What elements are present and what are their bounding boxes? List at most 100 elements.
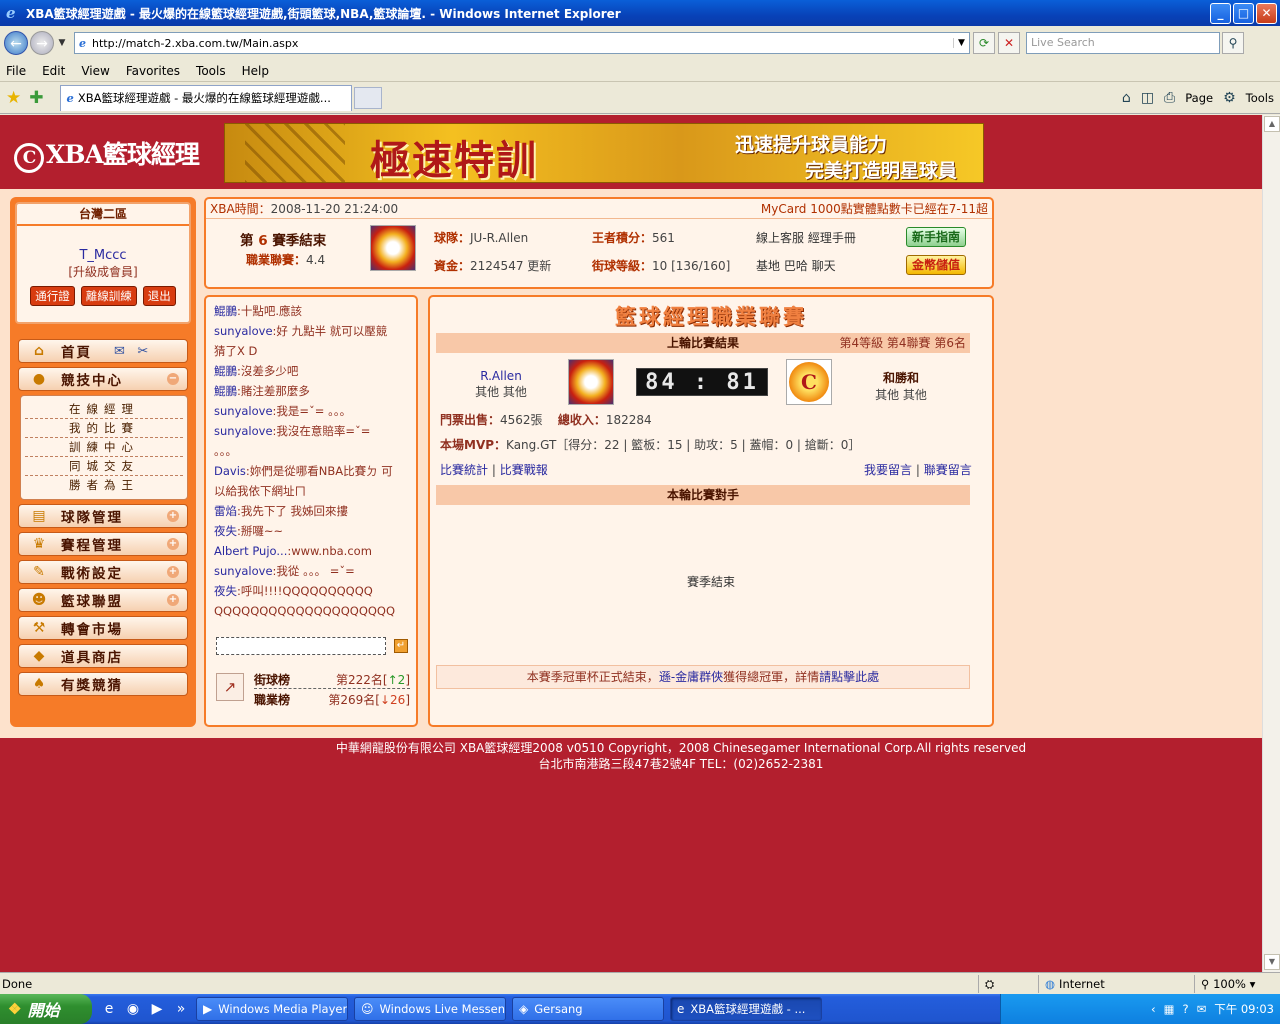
sidebar-item-team[interactable]: ▤ 球隊管理 + bbox=[18, 504, 188, 528]
address-dropdown-icon[interactable]: ▼ bbox=[953, 38, 969, 48]
task-gersang[interactable]: ◈ Gersang bbox=[512, 997, 664, 1021]
add-favorite-icon[interactable]: ✚ bbox=[29, 88, 43, 108]
promo-banner[interactable]: 極速特訓 迅速提升球員能力 完美打造明星球員 bbox=[224, 123, 984, 183]
tray-help-icon[interactable]: ? bbox=[1182, 1002, 1188, 1016]
tab-xba[interactable]: e XBA籃球經理遊戲 - 最火爆的在線籃球經理遊戲... bbox=[59, 84, 352, 111]
sidebar-item-alliance[interactable]: ☻ 籃球聯盟 + bbox=[18, 588, 188, 612]
sidebar-item-schedule[interactable]: ♛ 賽程管理 + bbox=[18, 532, 188, 556]
chat-sender[interactable]: 夜失 bbox=[214, 524, 237, 538]
coin-topup-button[interactable]: 金幣儲值 bbox=[906, 255, 966, 275]
sidebar-item-tactics[interactable]: ✎ 戰術設定 + bbox=[18, 560, 188, 584]
chat-sender[interactable]: sunyalove bbox=[214, 424, 273, 438]
new-tab-button[interactable] bbox=[353, 86, 382, 109]
print-icon[interactable]: ⎙ bbox=[1164, 90, 1175, 106]
upgrade-link[interactable]: [升級成會員] bbox=[17, 263, 189, 280]
chat-sender[interactable]: 雷焰 bbox=[214, 504, 237, 518]
back-button[interactable]: ← bbox=[4, 31, 28, 55]
submenu-friends[interactable]: 同城交友 bbox=[25, 457, 183, 476]
chat-sender[interactable]: 鯤鵬 bbox=[214, 304, 237, 318]
chat-sender[interactable]: Albert Pujo... bbox=[214, 544, 287, 558]
sidebar-item-quiz[interactable]: ♠ 有獎競猜 bbox=[18, 672, 188, 696]
chat-input[interactable] bbox=[216, 637, 386, 655]
feeds-icon[interactable]: ◫ bbox=[1141, 90, 1154, 106]
tray-expand-icon[interactable]: ‹ bbox=[1151, 1002, 1156, 1016]
site-logo[interactable]: C XBA籃球經理 bbox=[14, 135, 200, 173]
expand-icon[interactable]: + bbox=[167, 566, 179, 578]
sidebar-item-shop[interactable]: ◆ 道具商店 bbox=[18, 644, 188, 668]
collapse-icon[interactable]: − bbox=[167, 373, 179, 385]
leave-message-link[interactable]: 我要留言 bbox=[864, 463, 912, 477]
match-report-link[interactable]: 比賽戰報 bbox=[500, 463, 548, 477]
menu-help[interactable]: Help bbox=[242, 64, 269, 78]
refresh-button[interactable]: ⟳ bbox=[973, 32, 995, 54]
passport-button[interactable]: 通行證 bbox=[30, 286, 75, 306]
offline-training-button[interactable]: 離線訓練 bbox=[80, 286, 137, 306]
chat-sender[interactable]: 鯤鵬 bbox=[214, 364, 237, 378]
menu-favorites[interactable]: Favorites bbox=[126, 64, 180, 78]
quicklaunch-app-icon[interactable]: ◉ bbox=[124, 1001, 142, 1017]
submenu-online-manager[interactable]: 在線經理 bbox=[25, 400, 183, 419]
vertical-scrollbar[interactable]: ▲ ▼ bbox=[1262, 115, 1280, 972]
sidebar-item-compete[interactable]: ● 競技中心 − bbox=[18, 367, 188, 391]
maximize-button[interactable]: □ bbox=[1233, 2, 1254, 24]
away-team-name[interactable]: 和勝和 bbox=[858, 369, 944, 386]
clock[interactable]: 下午 09:03 bbox=[1214, 1001, 1274, 1017]
notice-marquee[interactable]: MyCard 1000點實體點數卡已經在7-11超 bbox=[761, 200, 988, 217]
champion-details-link[interactable]: 請點擊此處 bbox=[819, 670, 879, 684]
chat-sender[interactable]: Davis bbox=[214, 464, 246, 478]
tray-network-icon[interactable]: ▦ bbox=[1164, 1002, 1175, 1016]
quicklaunch-ie-icon[interactable]: e bbox=[100, 1001, 118, 1017]
mail-tools-icons[interactable]: ✉ ✂ bbox=[114, 344, 152, 359]
quicklaunch-more-icon[interactable]: » bbox=[172, 1001, 190, 1017]
tools-menu[interactable]: Tools bbox=[1246, 91, 1274, 105]
update-link[interactable]: 更新 bbox=[527, 259, 551, 273]
chat-sender[interactable]: 夜失 bbox=[214, 584, 237, 598]
chat-sender[interactable]: sunyalove bbox=[214, 324, 273, 338]
tray-mail-icon[interactable]: ✉ bbox=[1197, 1002, 1207, 1016]
scroll-down-icon[interactable]: ▼ bbox=[1264, 954, 1280, 970]
submenu-winner[interactable]: 勝者為王 bbox=[25, 476, 183, 495]
scroll-up-icon[interactable]: ▲ bbox=[1264, 116, 1280, 132]
chat-send-icon[interactable]: ↵ bbox=[394, 639, 408, 653]
history-dropdown-icon[interactable]: ▼ bbox=[56, 38, 68, 48]
submenu-training[interactable]: 訓練中心 bbox=[25, 438, 183, 457]
task-media-player[interactable]: ▶ Windows Media Player bbox=[196, 997, 348, 1021]
start-button[interactable]: ❖ 開始 bbox=[0, 994, 92, 1024]
newbie-guide-button[interactable]: 新手指南 bbox=[906, 227, 966, 247]
rank-career[interactable]: 職業榜 第269名[↓26] bbox=[254, 691, 410, 708]
match-stats-link[interactable]: 比賽統計 bbox=[440, 463, 488, 477]
sidebar-item-transfer[interactable]: ⚒ 轉會市場 bbox=[18, 616, 188, 640]
expand-icon[interactable]: + bbox=[167, 510, 179, 522]
submenu-my-matches[interactable]: 我的比賽 bbox=[25, 419, 183, 438]
security-icon[interactable]: ⛭ bbox=[978, 974, 1038, 993]
page-menu[interactable]: Page bbox=[1185, 91, 1213, 105]
champion-team-link[interactable]: 遜-金庸群俠 bbox=[659, 670, 723, 684]
task-xba-ie[interactable]: e XBA籃球經理遊戲 - ... bbox=[670, 997, 822, 1021]
menu-edit[interactable]: Edit bbox=[42, 64, 65, 78]
support-links[interactable]: 線上客服 經理手冊 bbox=[756, 229, 856, 246]
expand-icon[interactable]: + bbox=[167, 594, 179, 606]
search-input[interactable]: Live Search bbox=[1026, 32, 1220, 54]
close-button[interactable]: ✕ bbox=[1256, 2, 1277, 24]
home-team-name[interactable]: R.Allen bbox=[458, 369, 544, 383]
gear-icon[interactable]: ⚙ bbox=[1223, 90, 1236, 106]
expand-icon[interactable]: + bbox=[167, 538, 179, 550]
rank-street[interactable]: 街球榜 第222名[↑2] bbox=[254, 671, 410, 689]
url-text[interactable]: http://match-2.xba.com.tw/Main.aspx bbox=[92, 37, 953, 50]
zone-indicator[interactable]: ◍ Internet bbox=[1038, 974, 1194, 993]
search-icon[interactable]: ⚲ bbox=[1222, 32, 1244, 54]
minimize-button[interactable]: _ bbox=[1210, 2, 1231, 24]
menu-tools[interactable]: Tools bbox=[196, 64, 226, 78]
favorites-star-icon[interactable]: ★ bbox=[6, 88, 21, 108]
league-message-link[interactable]: 聯賽留言 bbox=[924, 463, 972, 477]
forward-button[interactable]: → bbox=[30, 31, 54, 55]
home-icon[interactable]: ⌂ bbox=[1122, 90, 1131, 106]
sidebar-item-home[interactable]: ⌂ 首頁 ✉ ✂ bbox=[18, 339, 188, 363]
stop-button[interactable]: ✕ bbox=[998, 32, 1020, 54]
menu-file[interactable]: File bbox=[6, 64, 26, 78]
menu-view[interactable]: View bbox=[81, 64, 109, 78]
address-field[interactable]: e http://match-2.xba.com.tw/Main.aspx ▼ bbox=[74, 32, 970, 54]
chat-sender[interactable]: 鯤鵬 bbox=[214, 384, 237, 398]
community-links[interactable]: 基地 巴哈 聊天 bbox=[756, 257, 836, 274]
task-messenger[interactable]: ☺ Windows Live Messen... bbox=[354, 997, 506, 1021]
